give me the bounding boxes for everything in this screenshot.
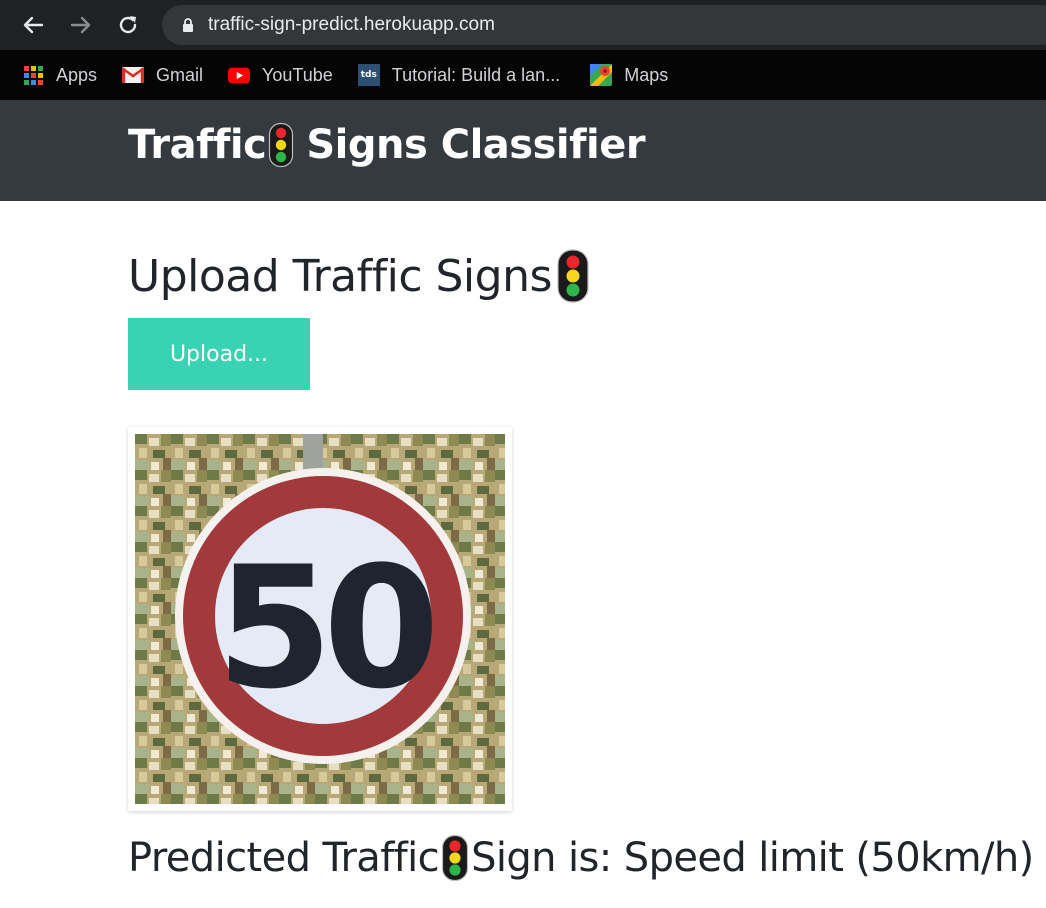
bookmark-label: Tutorial: Build a lan... xyxy=(391,64,561,85)
brand-prefix: Traffic xyxy=(128,122,267,168)
upload-button[interactable]: Upload... xyxy=(128,318,310,390)
maps-icon xyxy=(590,64,613,86)
uploaded-image: 50 xyxy=(128,427,512,811)
bookmark-maps[interactable]: Maps xyxy=(590,58,668,92)
brand-suffix: Signs Classifier xyxy=(306,122,646,168)
url-text: traffic-sign-predict.herokuapp.com xyxy=(208,14,495,35)
sign-speed-text: 50 xyxy=(216,530,432,726)
bookmark-label: Gmail xyxy=(156,64,204,85)
reload-icon xyxy=(119,16,137,34)
back-button[interactable] xyxy=(16,8,50,42)
forward-button[interactable] xyxy=(64,8,98,42)
tds-icon-text: tds xyxy=(357,64,380,86)
apps-grid-icon xyxy=(22,64,44,86)
traffic-light-icon xyxy=(557,249,589,303)
bookmark-label: Maps xyxy=(624,64,669,85)
navbar-brand[interactable]: Traffic Signs Classifier xyxy=(128,122,646,168)
bookmark-tutorial[interactable]: tds Tutorial: Build a lan... xyxy=(357,58,561,92)
reload-button[interactable] xyxy=(111,8,145,42)
lock-icon xyxy=(182,17,194,33)
speed-limit-sign-image: 50 xyxy=(135,434,505,804)
traffic-light-icon xyxy=(441,834,469,882)
bookmarks-bar: Apps Gmail YouTube tds Tutorial: Build a… xyxy=(0,50,1046,100)
tds-icon: tds xyxy=(357,64,380,86)
youtube-icon xyxy=(228,64,251,86)
prediction-suffix: Sign is: Speed limit (50km/h) xyxy=(471,835,1034,881)
page-title-text: Upload Traffic Signs xyxy=(128,250,552,302)
bookmark-label: YouTube xyxy=(262,64,333,85)
bookmark-apps[interactable]: Apps xyxy=(22,58,97,92)
traffic-light-icon xyxy=(269,122,294,168)
browser-toolbar: traffic-sign-predict.herokuapp.com xyxy=(0,0,1046,50)
bookmark-youtube[interactable]: YouTube xyxy=(228,58,333,92)
bookmark-gmail[interactable]: Gmail xyxy=(122,58,203,92)
arrow-right-icon xyxy=(70,16,91,34)
gmail-icon xyxy=(122,64,145,86)
page-title: Upload Traffic Signs xyxy=(128,248,590,304)
arrow-left-icon xyxy=(23,16,44,34)
prediction-prefix: Predicted Traffic xyxy=(128,835,440,881)
address-bar[interactable]: traffic-sign-predict.herokuapp.com xyxy=(162,5,1046,45)
navbar: Traffic Signs Classifier xyxy=(0,100,1046,201)
prediction-result: Predicted Traffic Sign is: Speed limit (… xyxy=(128,834,1034,882)
bookmark-label: Apps xyxy=(56,64,98,85)
